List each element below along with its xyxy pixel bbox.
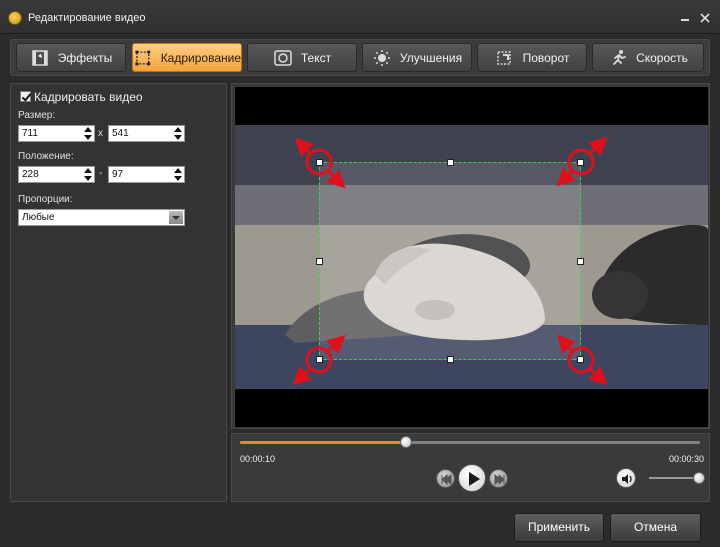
skip-forward-icon <box>494 473 505 486</box>
tab-label: Поворот <box>522 50 570 65</box>
volume-button[interactable] <box>616 468 636 488</box>
play-button[interactable] <box>458 464 486 492</box>
position-y-input[interactable]: 97 <box>108 166 185 183</box>
spin-arrows-icon[interactable] <box>173 127 182 140</box>
crop-handle-top[interactable] <box>447 159 454 166</box>
brightness-icon <box>373 49 390 66</box>
timeline-handle[interactable] <box>399 436 412 448</box>
tab-text[interactable]: Текст <box>247 43 357 72</box>
close-icon <box>700 13 710 23</box>
timeline-slider[interactable] <box>240 436 700 448</box>
crop-handle-right[interactable] <box>577 258 584 265</box>
tab-label: Улучшения <box>399 50 463 65</box>
cancel-button[interactable]: Отмена <box>610 513 701 542</box>
crop-video-checkbox[interactable] <box>20 91 31 102</box>
size-label: Размер: <box>18 110 56 121</box>
spin-arrows-icon[interactable] <box>173 168 182 181</box>
crop-handle-bottom-right[interactable] <box>577 356 584 363</box>
timeline-progress <box>240 441 406 444</box>
crop-video-label: Кадрировать видео <box>34 90 143 104</box>
aspect-label: Пропорции: <box>18 194 73 205</box>
position-y-value: 97 <box>112 169 124 180</box>
skip-back-icon <box>441 473 452 486</box>
tab-label: Эффекты <box>57 50 113 65</box>
video-canvas <box>235 87 708 427</box>
next-button[interactable] <box>489 469 508 488</box>
minimize-button[interactable] <box>677 10 693 26</box>
previous-button[interactable] <box>436 469 455 488</box>
title-bar: Редактирование видео <box>0 0 720 34</box>
close-button[interactable] <box>697 10 713 26</box>
tab-label: Кадрирование <box>160 50 241 65</box>
volume-handle[interactable] <box>693 472 705 484</box>
tab-speed[interactable]: Скорость <box>592 43 704 72</box>
window-title: Редактирование видео <box>28 12 146 24</box>
apply-button[interactable]: Применить <box>514 513 604 542</box>
position-x-value: 228 <box>22 169 39 180</box>
crop-handle-bottom[interactable] <box>447 356 454 363</box>
tab-label: Текст <box>300 50 332 65</box>
aspect-select[interactable]: Любые <box>18 209 185 226</box>
crop-rectangle[interactable] <box>316 159 584 363</box>
tab-effects[interactable]: Эффекты <box>16 43 126 72</box>
text-icon <box>274 49 292 66</box>
volume-slider[interactable] <box>649 472 705 484</box>
play-icon <box>469 472 480 486</box>
minimize-icon <box>681 19 689 21</box>
spin-arrows-icon[interactable] <box>83 168 92 181</box>
width-input[interactable]: 711 <box>18 125 95 142</box>
height-input[interactable]: 541 <box>108 125 185 142</box>
total-time: 00:00:30 <box>668 454 704 464</box>
runner-icon <box>613 49 626 65</box>
speaker-icon <box>622 474 632 484</box>
video-frame <box>235 125 708 389</box>
current-time: 00:00:10 <box>240 454 276 464</box>
height-value: 541 <box>112 128 129 139</box>
crop-settings-panel: Кадрировать видео Размер: 711 x 541 Поло… <box>10 83 227 502</box>
app-icon <box>8 11 22 25</box>
crop-icon <box>135 50 151 65</box>
crop-handle-top-left[interactable] <box>316 159 323 166</box>
position-label: Положение: <box>18 151 74 162</box>
tab-label: Скорость <box>636 50 688 65</box>
crop-handle-top-right[interactable] <box>577 159 584 166</box>
position-separator: - <box>99 168 103 179</box>
width-value: 711 <box>22 128 38 139</box>
position-x-input[interactable]: 228 <box>18 166 95 183</box>
tab-rotate[interactable]: Поворот <box>477 43 587 72</box>
chevron-down-icon[interactable] <box>169 211 183 224</box>
crop-handle-bottom-left[interactable] <box>316 356 323 363</box>
size-separator: x <box>98 128 103 139</box>
crop-handle-left[interactable] <box>316 258 323 265</box>
aspect-value: Любые <box>22 212 55 223</box>
tab-bar: Эффекты Кадрирование Текст Улучшения Пов… <box>10 39 710 76</box>
rotate-icon <box>496 50 511 65</box>
film-icon <box>31 49 48 66</box>
tab-enhance[interactable]: Улучшения <box>362 43 472 72</box>
playback-panel: 00:00:10 00:00:30 <box>231 433 710 502</box>
tab-crop[interactable]: Кадрирование <box>132 43 242 72</box>
spin-arrows-icon[interactable] <box>83 127 92 140</box>
video-preview-panel <box>231 83 710 429</box>
